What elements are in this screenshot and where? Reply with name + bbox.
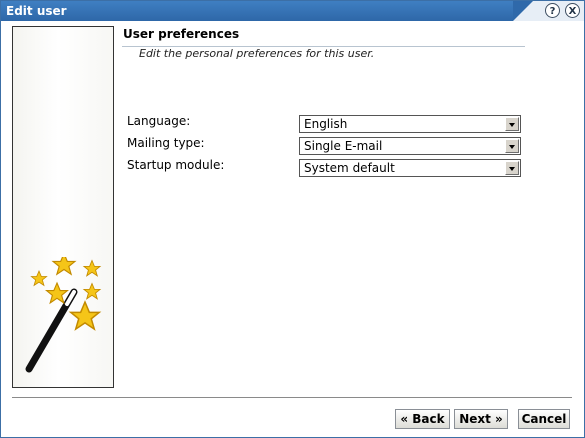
next-button[interactable]: Next » (454, 409, 508, 429)
startup-module-select[interactable]: System default (299, 159, 521, 177)
close-icon[interactable]: X (565, 3, 580, 18)
footer-divider-highlight (12, 398, 572, 399)
chevron-down-icon[interactable] (505, 161, 519, 175)
wizard-side-panel (12, 26, 114, 388)
chevron-down-icon[interactable] (505, 139, 519, 153)
cancel-button[interactable]: Cancel (518, 409, 570, 429)
chevron-down-icon[interactable] (505, 117, 519, 131)
mailing-type-select-value: Single E-mail (304, 139, 383, 153)
help-icon[interactable]: ? (545, 3, 560, 18)
page-description: Edit the personal preferences for this u… (139, 47, 375, 60)
startup-module-label: Startup module: (127, 158, 225, 172)
language-select[interactable]: English (299, 115, 521, 133)
magic-wand-icon (25, 257, 101, 373)
back-button[interactable]: « Back (395, 409, 450, 429)
language-select-value: English (304, 117, 348, 131)
mailing-type-label: Mailing type: (127, 136, 205, 150)
title-bar[interactable]: Edit user ? X (1, 1, 584, 21)
language-label: Language: (127, 114, 191, 128)
mailing-type-select[interactable]: Single E-mail (299, 137, 521, 155)
startup-module-select-value: System default (304, 161, 395, 175)
page-title: User preferences (123, 27, 240, 41)
title-tab (1, 1, 513, 21)
edit-user-dialog: Edit user ? X User preferences Edit the … (0, 0, 585, 438)
title-tab-slant (513, 1, 533, 21)
window-title: Edit user (6, 4, 67, 18)
